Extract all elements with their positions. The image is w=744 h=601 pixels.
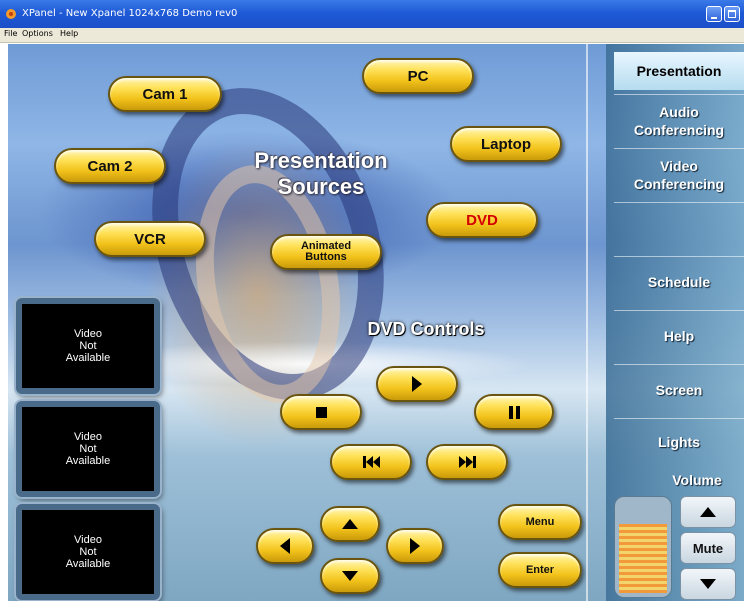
- control-panel: Presentation Sources DVD Controls Cam 1 …: [8, 44, 744, 601]
- menu-help[interactable]: Help: [60, 29, 78, 38]
- pause-button[interactable]: [474, 394, 554, 430]
- nav-presentation[interactable]: Presentation: [614, 52, 744, 90]
- arrow-left-icon: [280, 538, 290, 554]
- skip-back-icon: [362, 456, 380, 468]
- menu-bar: File Options Help: [0, 28, 744, 43]
- video-preview-2: Video Not Available: [16, 401, 160, 497]
- nav-divider: [614, 94, 744, 95]
- video-status: Video Not Available: [65, 431, 111, 467]
- nav-divider: [614, 418, 744, 419]
- cursor-left-button[interactable]: [256, 528, 314, 564]
- enter-button[interactable]: Enter: [498, 552, 582, 588]
- nav-divider: [614, 148, 744, 149]
- dvd-button[interactable]: DVD: [426, 202, 538, 238]
- animated-buttons-button[interactable]: Animated Buttons: [270, 234, 382, 270]
- stop-button[interactable]: [280, 394, 362, 430]
- play-button[interactable]: [376, 366, 458, 402]
- nav-lights[interactable]: Lights: [614, 422, 744, 462]
- arrow-right-icon: [410, 538, 420, 554]
- vcr-button[interactable]: VCR: [94, 221, 206, 257]
- minimize-button[interactable]: [706, 6, 722, 22]
- video-status: Video Not Available: [65, 328, 111, 364]
- dvd-controls-heading: DVD Controls: [367, 319, 485, 339]
- menu-file[interactable]: File: [4, 29, 17, 38]
- video-preview-3: Video Not Available: [16, 504, 160, 600]
- next-chapter-button[interactable]: [426, 444, 508, 480]
- presentation-sources-heading: Presentation Sources: [254, 148, 388, 199]
- video-status: Video Not Available: [65, 534, 111, 570]
- cam1-button[interactable]: Cam 1: [108, 76, 222, 112]
- laptop-button[interactable]: Laptop: [450, 126, 562, 162]
- nav-divider: [614, 364, 744, 365]
- mute-button[interactable]: Mute: [680, 532, 736, 564]
- play-icon: [412, 376, 422, 392]
- video-preview-1: Video Not Available: [16, 298, 160, 394]
- nav-divider: [614, 256, 744, 257]
- menu-options[interactable]: Options: [22, 29, 53, 38]
- volume-label: Volume: [672, 472, 722, 488]
- volume-up-icon: [700, 507, 716, 517]
- cam2-button[interactable]: Cam 2: [54, 148, 166, 184]
- cursor-right-button[interactable]: [386, 528, 444, 564]
- volume-down-icon: [700, 579, 716, 589]
- nav-audio-conferencing[interactable]: Audio Conferencing: [614, 98, 744, 144]
- volume-down-button[interactable]: [680, 568, 736, 600]
- menu-button[interactable]: Menu: [498, 504, 582, 540]
- nav-divider: [614, 202, 744, 203]
- title-bar: XPanel - New Xpanel 1024x768 Demo rev0: [0, 0, 744, 28]
- volume-up-button[interactable]: [680, 496, 736, 528]
- arrow-down-icon: [342, 571, 358, 581]
- pc-button[interactable]: PC: [362, 58, 474, 94]
- skip-forward-icon: [458, 456, 476, 468]
- nav-screen[interactable]: Screen: [614, 370, 744, 410]
- window-title: XPanel - New Xpanel 1024x768 Demo rev0: [22, 8, 238, 19]
- nav-divider: [614, 310, 744, 311]
- arrow-up-icon: [342, 519, 358, 529]
- maximize-button[interactable]: [724, 6, 740, 22]
- nav-help[interactable]: Help: [614, 316, 744, 356]
- pause-icon: [508, 405, 520, 419]
- nav-schedule[interactable]: Schedule: [614, 262, 744, 302]
- volume-level: [619, 524, 667, 593]
- stop-icon: [315, 406, 327, 418]
- cursor-down-button[interactable]: [320, 558, 380, 594]
- app-icon: [6, 9, 16, 19]
- cursor-up-button[interactable]: [320, 506, 380, 542]
- previous-chapter-button[interactable]: [330, 444, 412, 480]
- volume-meter: [614, 496, 672, 598]
- nav-video-conferencing[interactable]: Video Conferencing: [614, 152, 744, 198]
